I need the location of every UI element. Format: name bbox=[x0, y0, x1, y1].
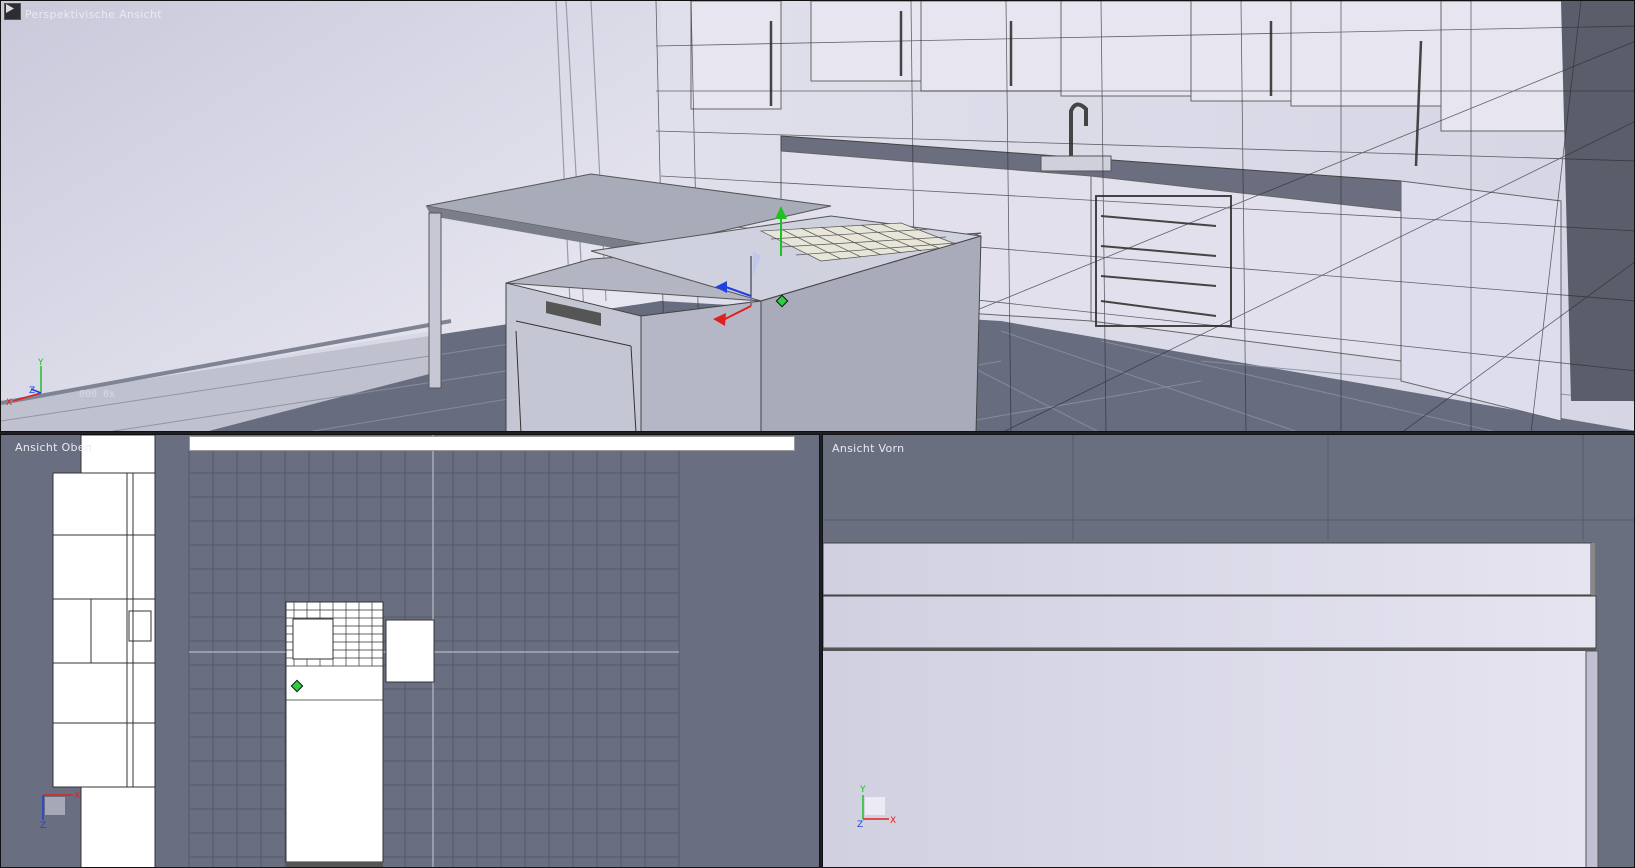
perspective-viewport-label: Perspektivische Ansicht bbox=[25, 8, 162, 21]
axis-x-label: X bbox=[6, 398, 12, 408]
top-scene[interactable]: X Z bbox=[1, 435, 820, 868]
coordinate-readout: 000 0x bbox=[79, 389, 116, 400]
top-viewport-label: Ansicht Oben bbox=[15, 441, 93, 454]
front-viewport-label: Ansicht Vorn bbox=[832, 442, 905, 455]
axis-y-label: Y bbox=[859, 785, 866, 795]
axis-x-label: X bbox=[890, 816, 896, 826]
front-scene[interactable]: Y X Z bbox=[823, 435, 1635, 868]
axis-y-label: Y bbox=[37, 358, 44, 368]
play-button[interactable] bbox=[4, 3, 21, 20]
perspective-scene[interactable]: Y X Z bbox=[1, 1, 1635, 432]
front-viewport[interactable]: Y X Z Ansicht Vorn bbox=[822, 434, 1635, 868]
perspective-viewport[interactable]: Y X Z Perspektivische Ansicht 000 0x bbox=[0, 0, 1635, 432]
top-viewport[interactable]: X Z Ansicht Oben bbox=[0, 434, 820, 868]
play-icon bbox=[6, 4, 14, 13]
axis-triad-icon: X Z bbox=[40, 791, 80, 831]
top-view-input-bar[interactable] bbox=[189, 436, 795, 451]
axis-z-label: Z bbox=[29, 386, 35, 396]
axis-x-label: X bbox=[74, 791, 80, 801]
axis-z-label: Z bbox=[40, 821, 46, 831]
axis-z-label: Z bbox=[857, 820, 863, 830]
